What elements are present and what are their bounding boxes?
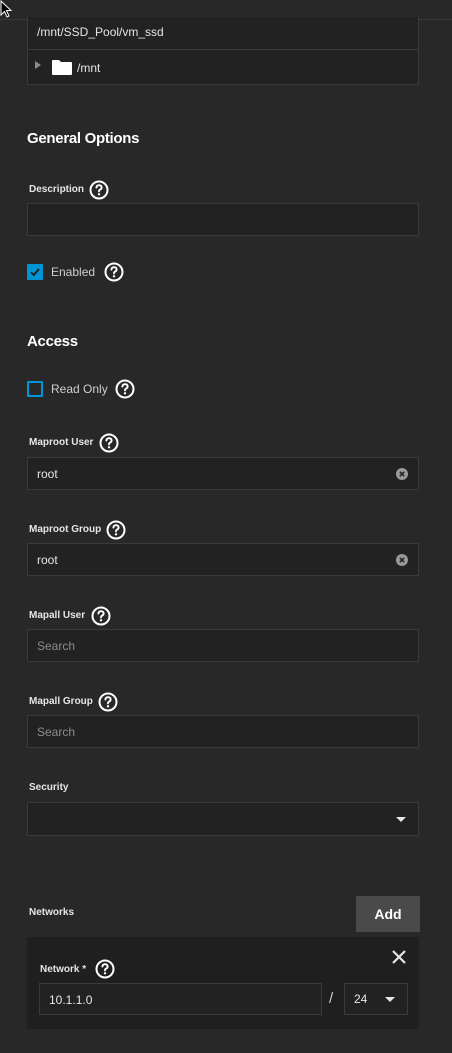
security-label: Security <box>29 782 69 793</box>
readonly-checkbox[interactable] <box>27 381 43 397</box>
add-network-button[interactable]: Add <box>356 896 420 932</box>
maproot-user-label: Maproot User <box>29 437 94 448</box>
mapall-group-placeholder: Search <box>37 725 76 739</box>
dropdown-arrow-icon <box>385 997 395 1002</box>
clear-icon[interactable] <box>396 554 408 566</box>
folder-icon <box>52 60 72 75</box>
netmask-value: 24 <box>354 992 368 1006</box>
tree-node-label: /mnt <box>77 61 101 75</box>
dropdown-arrow-icon <box>396 817 406 822</box>
expand-arrow-icon[interactable] <box>35 61 41 69</box>
general-options-title: General Options <box>27 130 140 147</box>
description-input[interactable] <box>27 203 419 236</box>
help-icon[interactable] <box>91 606 111 626</box>
clear-icon[interactable] <box>396 468 408 480</box>
maproot-group-value: root <box>37 553 58 567</box>
network-address-value: 10.1.1.0 <box>49 993 93 1007</box>
help-icon[interactable] <box>115 379 135 399</box>
maproot-user-input[interactable]: root <box>27 457 419 490</box>
netmask-select[interactable]: 24 <box>344 983 408 1015</box>
networks-label: Networks <box>29 907 75 918</box>
directory-tree: /mnt/SSD_Pool/vm_ssd /mnt <box>27 17 419 85</box>
maproot-user-value: root <box>37 467 58 481</box>
enabled-label: Enabled <box>51 265 96 279</box>
help-icon[interactable] <box>95 959 115 979</box>
cidr-separator: / <box>329 990 334 1007</box>
help-icon[interactable] <box>98 692 118 712</box>
mouse-cursor-icon <box>0 0 12 18</box>
close-icon[interactable] <box>391 949 407 965</box>
enabled-checkbox[interactable] <box>27 264 43 280</box>
network-item: Network * 10.1.1.0 / 24 <box>27 937 419 1029</box>
help-icon[interactable] <box>99 433 119 453</box>
mapall-group-label: Mapall Group <box>29 696 93 707</box>
mapall-user-label: Mapall User <box>29 610 86 621</box>
help-icon[interactable] <box>89 180 109 200</box>
description-label: Description <box>29 184 85 195</box>
maproot-group-input[interactable]: root <box>27 543 419 576</box>
readonly-label: Read Only <box>51 382 108 396</box>
help-icon[interactable] <box>106 520 126 540</box>
access-title: Access <box>27 333 78 350</box>
network-address-input[interactable]: 10.1.1.0 <box>39 983 322 1015</box>
mapall-group-input[interactable]: Search <box>27 715 419 748</box>
help-icon[interactable] <box>104 262 124 282</box>
security-select[interactable] <box>27 802 419 836</box>
tree-node-mnt[interactable]: /mnt <box>28 49 418 84</box>
maproot-group-label: Maproot Group <box>29 524 102 535</box>
network-label: Network * <box>40 964 87 975</box>
selected-path: /mnt/SSD_Pool/vm_ssd <box>37 25 164 39</box>
mapall-user-input[interactable]: Search <box>27 629 419 662</box>
mapall-user-placeholder: Search <box>37 639 76 653</box>
checkmark-icon <box>30 268 40 277</box>
